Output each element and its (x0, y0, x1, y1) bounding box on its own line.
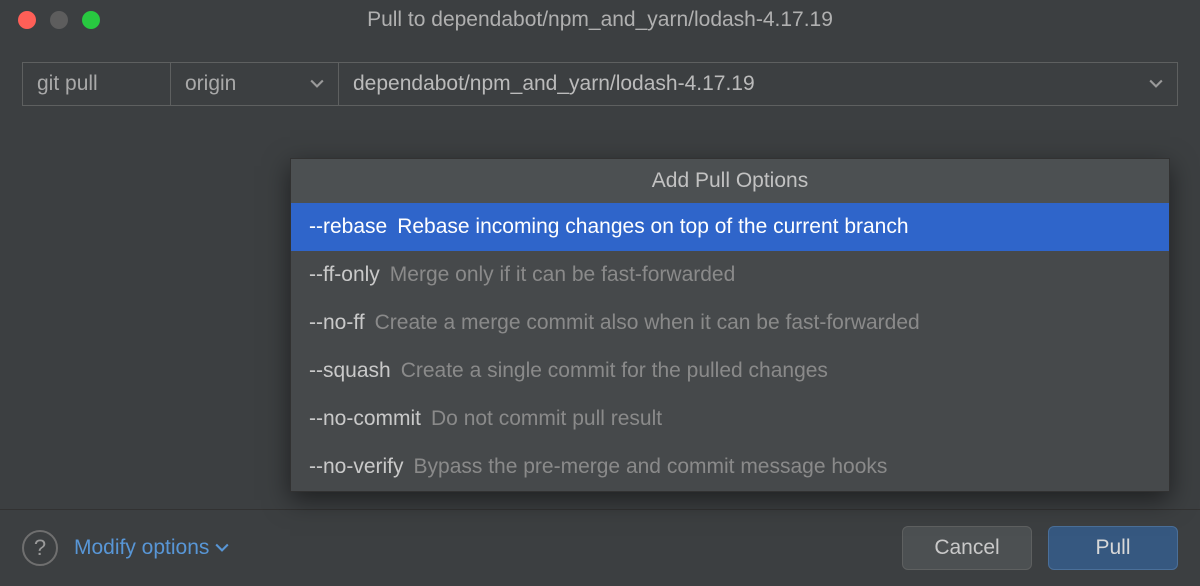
modify-options-label: Modify options (74, 536, 209, 560)
help-icon: ? (34, 535, 46, 561)
remote-value: origin (185, 72, 236, 96)
popup-item-ff-only[interactable]: --ff-only Merge only if it can be fast-fo… (291, 251, 1169, 299)
option-description: Create a single commit for the pulled ch… (401, 359, 828, 383)
option-flag: --no-commit (309, 407, 421, 431)
option-flag: --squash (309, 359, 391, 383)
window-title: Pull to dependabot/npm_and_yarn/lodash-4… (0, 8, 1200, 32)
popup-item-squash[interactable]: --squash Create a single commit for the p… (291, 347, 1169, 395)
chevron-down-icon (1149, 77, 1163, 91)
option-flag: --ff-only (309, 263, 380, 287)
branch-value: dependabot/npm_and_yarn/lodash-4.17.19 (353, 72, 755, 96)
popup-item-no-ff[interactable]: --no-ff Create a merge commit also when i… (291, 299, 1169, 347)
pull-button[interactable]: Pull (1048, 526, 1178, 570)
popup-list: --rebase Rebase incoming changes on top o… (291, 203, 1169, 491)
dialog-content: git pull origin dependabot/npm_and_yarn/… (0, 40, 1200, 586)
option-description: Create a merge commit also when it can b… (375, 311, 920, 335)
popup-item-no-verify[interactable]: --no-verify Bypass the pre-merge and comm… (291, 443, 1169, 491)
help-button[interactable]: ? (22, 530, 58, 566)
option-flag: --no-verify (309, 455, 404, 479)
chevron-down-icon (215, 542, 229, 554)
option-flag: --rebase (309, 215, 387, 239)
popup-item-no-commit[interactable]: --no-commit Do not commit pull result (291, 395, 1169, 443)
option-description: Rebase incoming changes on top of the cu… (397, 215, 908, 239)
remote-select[interactable]: origin (171, 63, 339, 105)
dialog-window: Pull to dependabot/npm_and_yarn/lodash-4… (0, 0, 1200, 586)
popup-header: Add Pull Options (291, 159, 1169, 203)
option-description: Merge only if it can be fast-forwarded (390, 263, 736, 287)
modify-options-link[interactable]: Modify options (74, 536, 229, 560)
titlebar: Pull to dependabot/npm_and_yarn/lodash-4… (0, 0, 1200, 40)
chevron-down-icon (310, 77, 324, 91)
branch-select[interactable]: dependabot/npm_and_yarn/lodash-4.17.19 (339, 63, 1177, 105)
option-description: Bypass the pre-merge and commit message … (414, 455, 888, 479)
option-description: Do not commit pull result (431, 407, 662, 431)
options-popup: Add Pull Options --rebase Rebase incoming… (290, 158, 1170, 492)
git-command-row: git pull origin dependabot/npm_and_yarn/… (22, 62, 1178, 106)
popup-item-rebase[interactable]: --rebase Rebase incoming changes on top o… (291, 203, 1169, 251)
git-command-label: git pull (23, 63, 171, 105)
cancel-button[interactable]: Cancel (902, 526, 1032, 570)
dialog-footer: ? Modify options Cancel Pull (0, 509, 1200, 586)
option-flag: --no-ff (309, 311, 365, 335)
